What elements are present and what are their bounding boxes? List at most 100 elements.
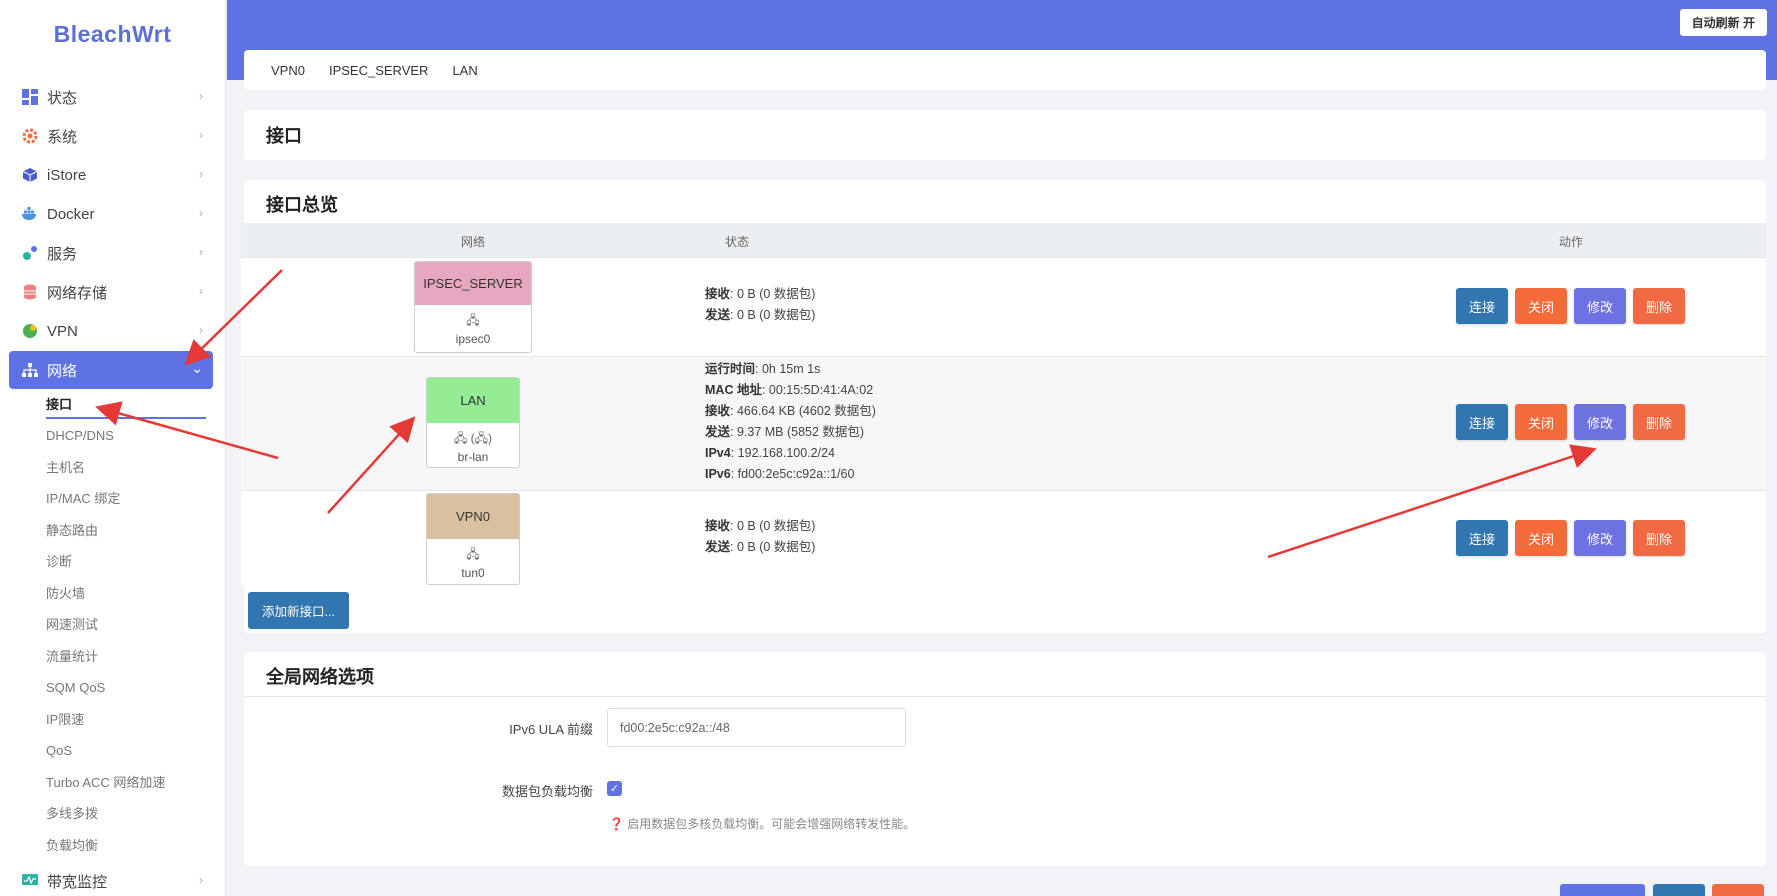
packet-balance-checkbox[interactable]: ✓ — [607, 781, 622, 796]
subnav-qos[interactable]: QoS — [46, 740, 72, 762]
gear-icon — [21, 127, 39, 145]
save-button[interactable] — [1653, 884, 1705, 896]
column-network: 网络 — [461, 235, 486, 249]
sidebar-item-network[interactable]: 网络 ⌄ — [9, 351, 213, 389]
auto-refresh-toggle[interactable]: 自动刷新 开 — [1679, 9, 1767, 36]
subnav-multiwan[interactable]: 多线多拨 — [46, 803, 98, 825]
divider — [244, 696, 1766, 697]
sidebar-item-label: 网络 — [47, 362, 78, 380]
chevron-right-icon: › — [199, 128, 203, 142]
connect-button[interactable]: 连接 — [1456, 404, 1508, 440]
section-title: 接口总览 — [266, 195, 338, 215]
sidebar-item-label: 状态 — [47, 89, 78, 107]
interface-status: 运行时间: 0h 15m 1s MAC 地址: 00:15:5D:41:4A:0… — [705, 359, 876, 485]
subnav-ipmac[interactable]: IP/MAC 绑定 — [46, 488, 120, 510]
status-value: : fd00:2e5c:c92a::1/60 — [730, 467, 855, 481]
balance-label: 数据包负载均衡 — [501, 784, 593, 799]
interface-tabs: VPN0 IPSEC_SERVER LAN — [244, 50, 1766, 90]
status-value: : 0 B (0 数据包) — [730, 287, 816, 301]
table-header: 网络 状态 动作 — [241, 223, 1766, 257]
tab-vpn0[interactable]: VPN0 — [271, 63, 305, 78]
interface-device: br-lan — [457, 450, 489, 464]
subnav-turboacc[interactable]: Turbo ACC 网络加速 — [46, 772, 165, 794]
status-label: 接收 — [705, 404, 731, 418]
close-button[interactable]: 关闭 — [1515, 520, 1567, 556]
save-apply-button[interactable] — [1560, 884, 1645, 896]
subnav-loadbalance[interactable]: 负载均衡 — [46, 835, 98, 857]
subnav-sqm[interactable]: SQM QoS — [46, 677, 105, 699]
sidebar-item-label: 网络存储 — [47, 284, 108, 302]
status-value: : 466.64 KB (4602 数据包) — [730, 404, 876, 418]
delete-button[interactable]: 删除 — [1633, 288, 1685, 324]
tab-lan[interactable]: LAN — [452, 63, 477, 78]
chevron-down-icon: ⌄ — [191, 360, 203, 376]
hint-text: 启用数据包多核负载均衡。可能会增强网络转发性能。 — [627, 817, 916, 831]
connect-button[interactable]: 连接 — [1456, 288, 1508, 324]
edit-button[interactable]: 修改 — [1574, 404, 1626, 440]
sidebar-item-vpn[interactable]: VPN › — [9, 312, 213, 350]
sidebar-item-istore[interactable]: iStore › — [9, 156, 213, 194]
sidebar-item-system[interactable]: 系统 › — [9, 117, 213, 155]
section-title: 全局网络选项 — [266, 667, 374, 687]
monitor-icon — [21, 872, 39, 890]
network-device-icon: 🖧 — [466, 313, 480, 327]
sidebar-item-bandwidth[interactable]: 带宽监控 › — [9, 862, 213, 896]
sidebar-item-label: 系统 — [47, 128, 78, 146]
status-value: : 192.168.100.2/24 — [730, 446, 835, 460]
reset-button[interactable] — [1712, 884, 1764, 896]
sidebar-item-docker[interactable]: Docker › — [9, 195, 213, 233]
subnav-interfaces[interactable]: 接口 — [46, 394, 72, 416]
subnav-diagnostics[interactable]: 诊断 — [46, 551, 72, 573]
connect-button[interactable]: 连接 — [1456, 520, 1508, 556]
dashboard-icon — [21, 88, 39, 106]
interface-badge-ipsec[interactable]: IPSEC_SERVER 🖧 ipsec0 — [414, 261, 532, 353]
chevron-right-icon: › — [199, 167, 203, 181]
interface-name: LAN — [427, 378, 519, 423]
network-device-icon: 🖧 — [466, 547, 480, 561]
ula-prefix-input[interactable] — [607, 708, 906, 747]
page-title: 接口 — [266, 126, 302, 146]
subnav-dhcp[interactable]: DHCP/DNS — [46, 425, 114, 447]
close-button[interactable]: 关闭 — [1515, 404, 1567, 440]
add-interface-button[interactable]: 添加新接口... — [248, 592, 349, 629]
close-button[interactable]: 关闭 — [1515, 288, 1567, 324]
subnav-hostnames[interactable]: 主机名 — [46, 457, 85, 479]
interface-name: VPN0 — [427, 494, 519, 539]
sidebar-item-status[interactable]: 状态 › — [9, 78, 213, 116]
sidebar-item-services[interactable]: 服务 › — [9, 234, 213, 272]
subnav-firewall[interactable]: 防火墙 — [46, 583, 85, 605]
status-label: 接收 — [705, 287, 731, 301]
interface-badge-lan[interactable]: LAN 🖧 (🖧) br-lan — [426, 377, 520, 468]
subnav-traffic[interactable]: 流量统计 — [46, 646, 98, 668]
status-label: 接收 — [705, 519, 731, 533]
subnav-iplimit[interactable]: IP限速 — [46, 709, 84, 731]
subnav-speedtest[interactable]: 网速测试 — [46, 614, 98, 636]
ula-label: IPv6 ULA 前缀 — [509, 722, 593, 737]
sidebar-item-label: 带宽监控 — [47, 873, 108, 891]
page-title-card: 接口 — [244, 110, 1766, 160]
interface-device: tun0 — [461, 566, 485, 580]
chevron-right-icon: › — [199, 284, 203, 298]
status-label: 运行时间 — [705, 362, 756, 376]
status-label: 发送 — [705, 540, 731, 554]
global-options-card: 全局网络选项 — [244, 652, 1766, 866]
interface-name: IPSEC_SERVER — [415, 262, 531, 305]
delete-button[interactable]: 删除 — [1633, 404, 1685, 440]
network-device-icon: 🖧 (🖧) — [453, 431, 493, 445]
column-status: 状态 — [725, 235, 750, 249]
interface-badge-vpn0[interactable]: VPN0 🖧 tun0 — [426, 493, 520, 585]
sidebar-item-storage[interactable]: 网络存储 › — [9, 273, 213, 311]
brand-logo[interactable]: BleachWrt — [0, 0, 225, 68]
chevron-right-icon: › — [199, 245, 203, 259]
chevron-right-icon: › — [199, 323, 203, 337]
delete-button[interactable]: 删除 — [1633, 520, 1685, 556]
sitemap-icon — [21, 361, 39, 379]
edit-button[interactable]: 修改 — [1574, 288, 1626, 324]
sidebar: BleachWrt 状态 › 系统 › iStore › Docker › 服务… — [0, 0, 226, 896]
interface-device: ipsec0 — [455, 332, 491, 346]
status-label: IPv6 — [705, 467, 731, 481]
subnav-routes[interactable]: 静态路由 — [46, 520, 98, 542]
edit-button[interactable]: 修改 — [1574, 520, 1626, 556]
interface-status: 接收: 0 B (0 数据包) 发送: 0 B (0 数据包) — [705, 284, 815, 326]
tab-ipsec-server[interactable]: IPSEC_SERVER — [329, 63, 428, 78]
